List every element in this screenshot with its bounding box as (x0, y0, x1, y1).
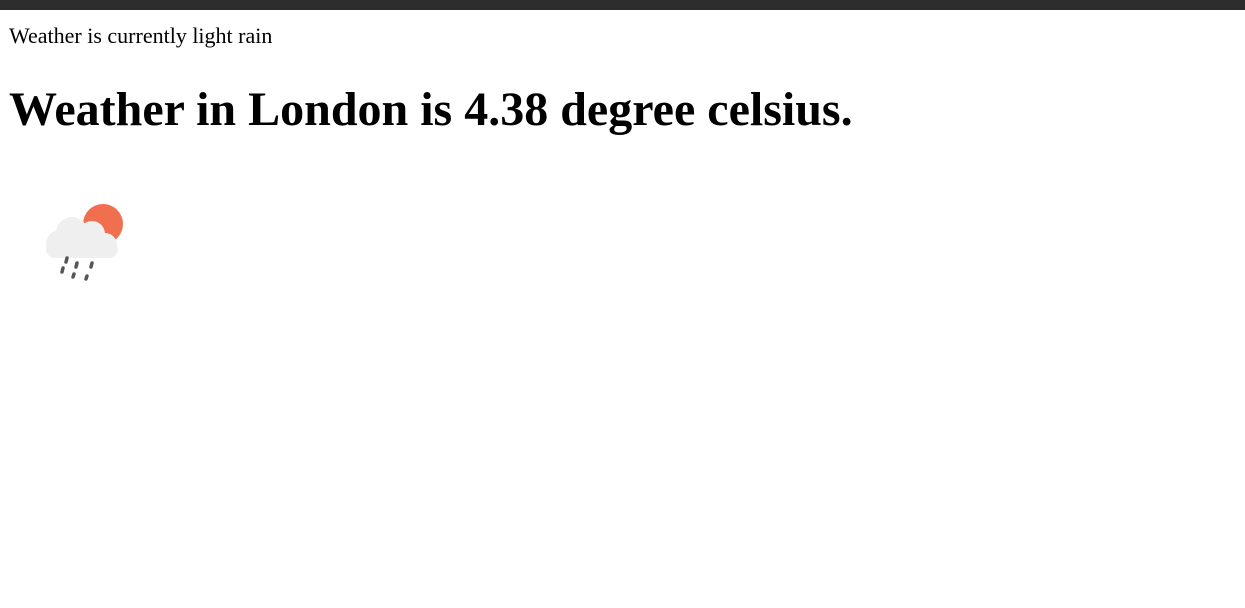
partly-cloudy-rain-icon (40, 200, 130, 286)
rain-drops (60, 256, 94, 281)
browser-top-bar (0, 0, 1245, 10)
weather-headline: Weather in London is 4.38 degree celsius… (9, 83, 853, 136)
weather-description: Weather is currently light rain (9, 23, 273, 48)
